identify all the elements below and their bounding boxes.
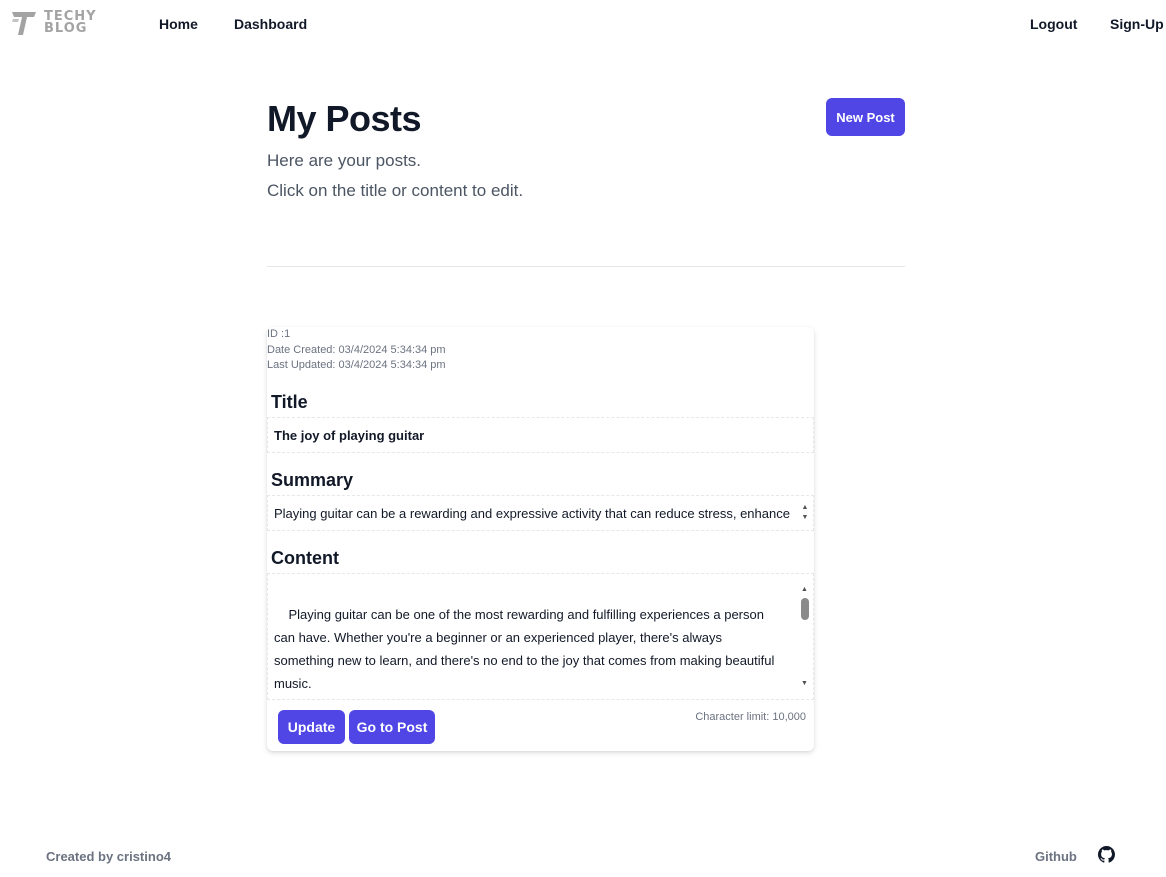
summary-label: Summary <box>271 470 354 490</box>
scrollbar-thumb[interactable] <box>801 598 809 620</box>
update-button[interactable]: Update <box>278 710 345 744</box>
github-link[interactable]: Github <box>1035 849 1077 864</box>
post-title-field[interactable]: The joy of playing guitar <box>267 417 814 453</box>
nav-home-link[interactable]: Home <box>159 16 198 32</box>
content-scrollbar[interactable]: ▲ ▼ <box>800 578 810 695</box>
nav-logout-link[interactable]: Logout <box>1030 16 1077 32</box>
summary-scrollbar[interactable]: ▲ ▼ <box>801 503 809 523</box>
content-label: Content <box>271 548 339 568</box>
go-to-post-button[interactable]: Go to Post <box>349 710 435 744</box>
scroll-down-icon[interactable]: ▼ <box>801 672 808 695</box>
techy-blog-logo-icon <box>12 12 36 35</box>
title-label: Title <box>271 392 308 412</box>
logo-wordmark: TECHY BLOG <box>44 10 97 36</box>
nav-signup-link[interactable]: Sign-Up <box>1110 16 1164 32</box>
post-summary-value: Playing guitar can be a rewarding and ex… <box>274 506 790 521</box>
footer-credit: Created by cristino4 <box>46 849 171 864</box>
post-card: ID :1 Date Created: 03/4/2024 5:34:34 pm… <box>267 327 814 751</box>
logo-line2: BLOG <box>44 21 88 36</box>
post-content-value: Playing guitar can be one of the most re… <box>274 607 775 691</box>
scroll-down-icon[interactable]: ▼ <box>802 513 809 523</box>
post-title-value: The joy of playing guitar <box>274 428 425 443</box>
character-limit: Character limit: 10,000 <box>695 711 806 723</box>
github-icon[interactable] <box>1098 846 1115 863</box>
post-date-created: Date Created: 03/4/2024 5:34:34 pm <box>267 344 446 356</box>
page-title: My Posts <box>267 98 422 139</box>
post-content-field[interactable]: Playing guitar can be one of the most re… <box>267 573 814 700</box>
post-last-updated: Last Updated: 03/4/2024 5:34:34 pm <box>267 359 446 371</box>
page-subtitle: Here are your posts. <box>267 151 422 170</box>
post-summary-field[interactable]: Playing guitar can be a rewarding and ex… <box>267 495 814 531</box>
nav-dashboard-link[interactable]: Dashboard <box>234 16 307 32</box>
scroll-up-icon[interactable]: ▲ <box>802 503 809 513</box>
page-instructions: Click on the title or content to edit. <box>267 181 524 200</box>
site-logo[interactable]: TECHY BLOG <box>10 9 114 37</box>
navbar: TECHY BLOG Home Dashboard Logout Sign-Up <box>0 0 1166 50</box>
section-divider <box>267 266 905 267</box>
post-id: ID :1 <box>267 328 291 340</box>
new-post-button[interactable]: New Post <box>826 98 905 136</box>
